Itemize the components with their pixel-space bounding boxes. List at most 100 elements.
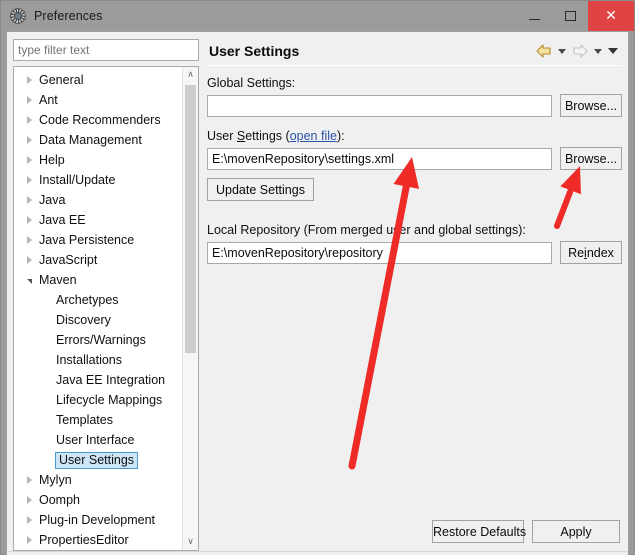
tree-item-label: General bbox=[39, 73, 84, 87]
close-button[interactable]: ✕ bbox=[588, 1, 634, 31]
tree-item-help[interactable]: Help bbox=[14, 150, 182, 170]
tree-item-label: Errors/Warnings bbox=[56, 333, 146, 347]
tree-collapsed-icon[interactable] bbox=[21, 156, 37, 164]
tree-collapsed-icon[interactable] bbox=[21, 76, 37, 84]
scrollbar-thumb[interactable] bbox=[185, 85, 196, 353]
local-repository-row: Reindex bbox=[207, 241, 622, 264]
scroll-up-icon[interactable]: ∧ bbox=[183, 67, 198, 83]
tree-item-label: Java bbox=[39, 193, 66, 207]
tree-item-label: Lifecycle Mappings bbox=[56, 393, 163, 407]
user-settings-mnemonic: S bbox=[236, 129, 246, 143]
tree-item-java-ee[interactable]: Java EE bbox=[14, 210, 182, 230]
minimize-button[interactable] bbox=[516, 1, 552, 31]
open-file-link[interactable]: open file bbox=[290, 129, 337, 143]
tree-item-label: Install/Update bbox=[39, 173, 116, 187]
tree-item-oomph[interactable]: Oomph bbox=[14, 490, 182, 510]
tree-item-javascript[interactable]: JavaScript bbox=[14, 250, 182, 270]
apply-button[interactable]: Apply bbox=[532, 520, 620, 543]
tree-item-user-settings[interactable]: User Settings bbox=[14, 450, 182, 470]
tree-item-errors-warnings[interactable]: Errors/Warnings bbox=[14, 330, 182, 350]
tree-collapsed-icon[interactable] bbox=[21, 116, 37, 124]
reindex-mnemonic: i bbox=[584, 245, 587, 260]
page-title: User Settings bbox=[209, 43, 300, 59]
tree-item-templates[interactable]: Templates bbox=[14, 410, 182, 430]
tree-item-label: Java Persistence bbox=[39, 233, 135, 247]
scroll-down-icon[interactable]: ∨ bbox=[183, 534, 198, 550]
content-area: General Ant Code Recommenders Data Manageme… bbox=[7, 32, 628, 551]
update-settings-button[interactable]: Update Settings bbox=[207, 178, 314, 201]
preferences-window: Preferences ✕ General Ant Code Recommender… bbox=[0, 0, 635, 555]
tree-item-mylyn[interactable]: Mylyn bbox=[14, 470, 182, 490]
user-settings-label-mid: ettings ( bbox=[245, 129, 290, 143]
tree-collapsed-icon[interactable] bbox=[21, 236, 37, 244]
global-settings-label: Global Settings: bbox=[207, 76, 622, 90]
tree-expanded-icon[interactable] bbox=[21, 276, 37, 284]
page-action-buttons: Restore Defaults Apply bbox=[207, 520, 622, 551]
header-divider bbox=[207, 65, 622, 66]
tree-item-code-recommenders[interactable]: Code Recommenders bbox=[14, 110, 182, 130]
tree-item-label: PropertiesEditor bbox=[39, 533, 129, 547]
tree-item-label: Archetypes bbox=[56, 293, 119, 307]
tree-item-label: Java EE bbox=[39, 213, 86, 227]
tree-collapsed-icon[interactable] bbox=[21, 176, 37, 184]
preference-tree: General Ant Code Recommenders Data Manageme… bbox=[14, 67, 182, 550]
tree-collapsed-icon[interactable] bbox=[21, 136, 37, 144]
forward-dropdown-icon[interactable] bbox=[592, 42, 604, 60]
tree-item-general[interactable]: General bbox=[14, 70, 182, 90]
global-settings-row: Browse... bbox=[207, 94, 622, 117]
tree-item-label: Data Management bbox=[39, 133, 142, 147]
tree-collapsed-icon[interactable] bbox=[21, 256, 37, 264]
forward-arrow-icon bbox=[571, 42, 589, 60]
local-repository-label: Local Repository (From merged user and g… bbox=[207, 223, 526, 237]
tree-item-lifecycle-mappings[interactable]: Lifecycle Mappings bbox=[14, 390, 182, 410]
page-nav-icons bbox=[535, 42, 622, 60]
user-settings-browse-button[interactable]: Browse... bbox=[560, 147, 622, 170]
tree-item-java-persistence[interactable]: Java Persistence bbox=[14, 230, 182, 250]
tree-item-plug-in-development[interactable]: Plug-in Development bbox=[14, 510, 182, 530]
global-settings-browse-button[interactable]: Browse... bbox=[560, 94, 622, 117]
user-settings-label-prefix: User bbox=[207, 129, 237, 143]
tree-collapsed-icon[interactable] bbox=[21, 476, 37, 484]
tree-item-data-management[interactable]: Data Management bbox=[14, 130, 182, 150]
tree-item-label: Code Recommenders bbox=[39, 113, 161, 127]
local-repository-input[interactable] bbox=[207, 241, 552, 264]
tree-item-propertieseditor[interactable]: PropertiesEditor bbox=[14, 530, 182, 550]
tree-item-label: Plug-in Development bbox=[39, 513, 156, 527]
user-settings-input[interactable] bbox=[207, 147, 552, 170]
preference-tree-wrap: General Ant Code Recommenders Data Manageme… bbox=[13, 66, 199, 551]
back-dropdown-icon[interactable] bbox=[556, 42, 568, 60]
tree-item-java-ee-integration[interactable]: Java EE Integration bbox=[14, 370, 182, 390]
tree-item-install-update[interactable]: Install/Update bbox=[14, 170, 182, 190]
back-arrow-icon[interactable] bbox=[535, 42, 553, 60]
tree-item-label: Maven bbox=[39, 273, 77, 287]
tree-collapsed-icon[interactable] bbox=[21, 96, 37, 104]
window-title: Preferences bbox=[34, 9, 103, 23]
preferences-gear-icon bbox=[9, 7, 27, 25]
tree-item-label: User Interface bbox=[56, 433, 135, 447]
global-settings-label-text: Global Settings: bbox=[207, 76, 296, 90]
tree-collapsed-icon[interactable] bbox=[21, 536, 37, 544]
page-menu-icon[interactable] bbox=[607, 42, 619, 60]
tree-collapsed-icon[interactable] bbox=[21, 216, 37, 224]
tree-item-user-interface[interactable]: User Interface bbox=[14, 430, 182, 450]
tree-item-label: JavaScript bbox=[39, 253, 98, 267]
restore-defaults-button[interactable]: Restore Defaults bbox=[432, 520, 526, 543]
tree-item-java[interactable]: Java bbox=[14, 190, 182, 210]
tree-item-archetypes[interactable]: Archetypes bbox=[14, 290, 182, 310]
filter-input[interactable] bbox=[13, 39, 199, 61]
global-settings-input[interactable] bbox=[207, 94, 552, 117]
dialog-body: General Ant Code Recommenders Data Manageme… bbox=[6, 31, 629, 555]
tree-item-ant[interactable]: Ant bbox=[14, 90, 182, 110]
user-settings-label-suffix: ): bbox=[336, 129, 345, 143]
tree-collapsed-icon[interactable] bbox=[21, 196, 37, 204]
tree-item-discovery[interactable]: Discovery bbox=[14, 310, 182, 330]
tree-collapsed-icon[interactable] bbox=[21, 516, 37, 524]
tree-item-maven[interactable]: Maven bbox=[14, 270, 182, 290]
settings-page: User Settings Global Settings: Browse...… bbox=[207, 39, 622, 551]
tree-scrollbar[interactable]: ∧ ∨ bbox=[182, 67, 198, 550]
tree-item-label: Help bbox=[39, 153, 65, 167]
tree-item-installations[interactable]: Installations bbox=[14, 350, 182, 370]
tree-collapsed-icon[interactable] bbox=[21, 496, 37, 504]
reindex-button[interactable]: Reindex bbox=[560, 241, 622, 264]
maximize-button[interactable] bbox=[552, 1, 588, 31]
